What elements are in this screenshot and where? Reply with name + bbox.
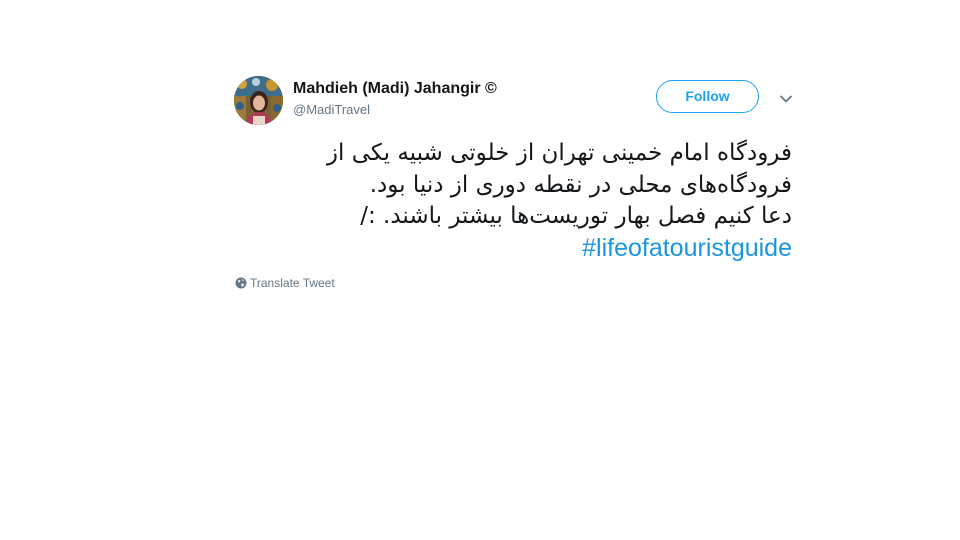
author-handle[interactable]: @MadiTravel bbox=[293, 102, 370, 118]
tweet-card: Mahdieh (Madi) Jahangir © @MadiTravel Fo… bbox=[234, 74, 798, 294]
globe-icon bbox=[235, 277, 247, 293]
tweet-text-line: فرودگاه‌های محلی در نقطه دوری از دنیا بو… bbox=[369, 171, 792, 198]
author-name[interactable]: Mahdieh (Madi) Jahangir © bbox=[293, 79, 497, 99]
author-avatar[interactable] bbox=[234, 76, 283, 125]
translate-label: Translate Tweet bbox=[250, 276, 335, 290]
avatar-photo-icon bbox=[234, 76, 283, 125]
chevron-down-icon[interactable] bbox=[778, 91, 794, 107]
hashtag-link[interactable]: #lifeofatouristguide bbox=[582, 234, 792, 262]
translate-tweet-button[interactable]: Translate Tweet bbox=[235, 275, 335, 293]
tweet-text-line: فرودگاه امام خمینی تهران از خلوتی شبیه ی… bbox=[326, 140, 792, 166]
follow-button[interactable]: Follow bbox=[656, 80, 759, 113]
tweet-text-line: دعا کنیم فصل بهار توریست‌ها بیشتر باشند.… bbox=[360, 203, 792, 229]
tweet-text: فرودگاه امام خمینی تهران از خلوتی شبیه ی… bbox=[234, 138, 792, 265]
